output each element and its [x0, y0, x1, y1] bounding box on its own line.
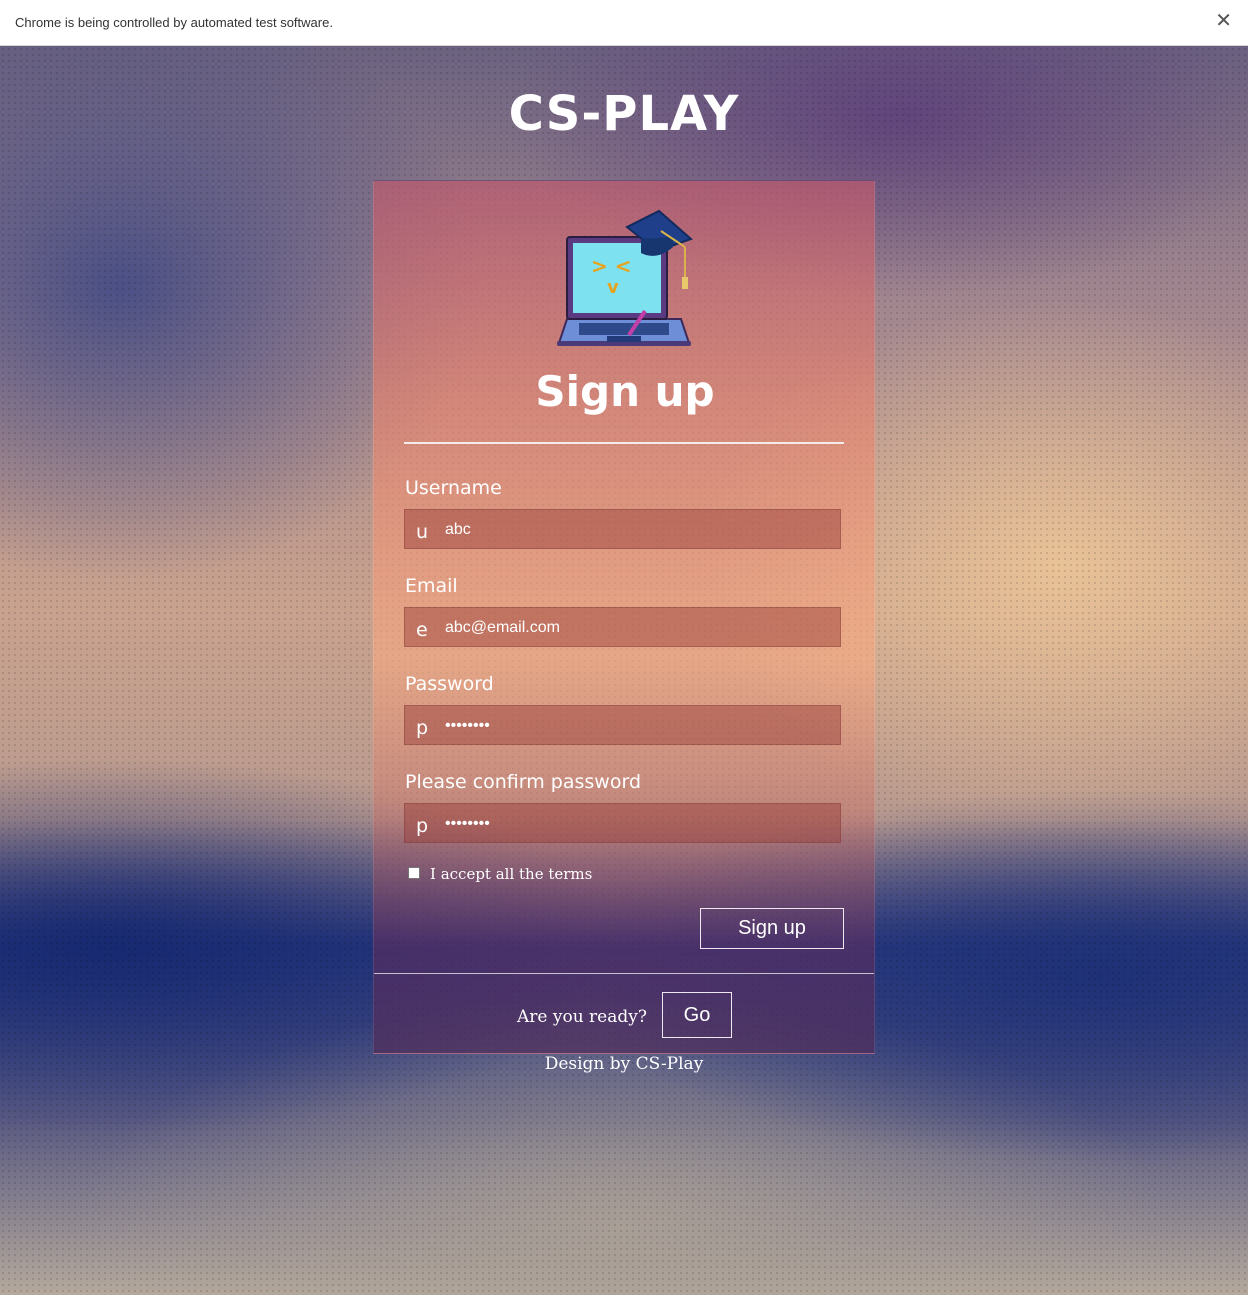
card-separator [374, 973, 874, 974]
laptop-graduation-cap-icon: > < v [557, 209, 693, 346]
confirm-password-label: Please confirm password [405, 771, 642, 793]
confirm-password-field[interactable]: p [404, 803, 841, 844]
automation-infobar: Chrome is being controlled by automated … [0, 0, 1248, 46]
password-input[interactable] [443, 706, 837, 746]
email-field[interactable]: e [404, 607, 841, 648]
username-field[interactable]: u [404, 509, 841, 550]
confirm-password-prefix: p [416, 815, 429, 837]
password-prefix: p [416, 717, 429, 739]
username-input[interactable] [443, 510, 837, 550]
signup-button[interactable]: Sign up [700, 908, 844, 949]
confirm-password-input[interactable] [443, 804, 837, 844]
password-label: Password [405, 673, 494, 695]
site-title: CS-PLAY [508, 86, 740, 142]
email-input[interactable] [443, 608, 837, 648]
terms-label[interactable]: I accept all the terms [430, 865, 592, 883]
svg-text:v: v [607, 277, 619, 298]
svg-text:> <: > < [591, 254, 631, 278]
username-prefix: u [416, 521, 429, 543]
username-label: Username [405, 477, 502, 499]
title-divider [404, 442, 844, 444]
card-title: Sign up [535, 367, 715, 416]
terms-checkbox[interactable] [408, 867, 420, 879]
close-icon[interactable]: ✕ [1215, 11, 1232, 31]
go-button[interactable]: Go [662, 992, 732, 1038]
email-label: Email [405, 575, 458, 597]
ready-text: Are you ready? [517, 1007, 647, 1027]
password-field[interactable]: p [404, 705, 841, 746]
email-prefix: e [416, 619, 428, 641]
footer-credit: Design by CS-Play [544, 1054, 704, 1074]
infobar-message: Chrome is being controlled by automated … [15, 15, 333, 30]
signup-card: > < v Sign up Username u Email e Passwor… [373, 180, 875, 1054]
